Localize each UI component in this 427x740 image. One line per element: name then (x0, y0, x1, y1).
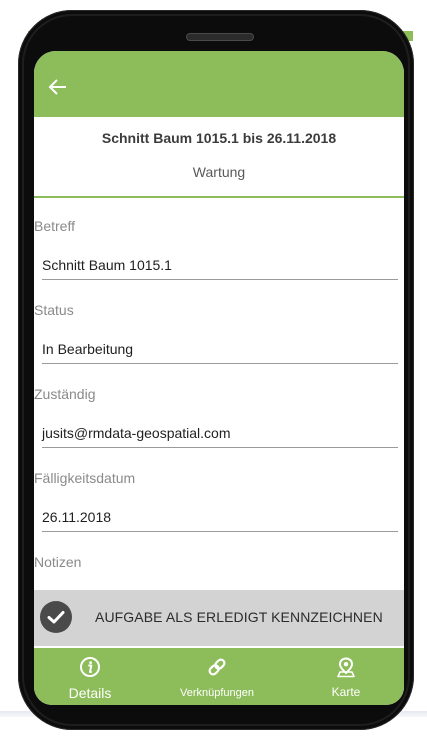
page-title: Schnitt Baum 1015.1 bis 26.11.2018 (101, 130, 337, 146)
map-pin-icon (337, 657, 355, 678)
task-header: Schnitt Baum 1015.1 bis 26.11.2018 Wartu… (34, 117, 404, 197)
nav-item-verknuepfungen[interactable]: Verknüpfungen (146, 648, 288, 705)
info-icon (80, 657, 100, 677)
mark-done-button[interactable]: AUFGABE ALS ERLEDIGT KENNZEICHNEN (34, 590, 404, 646)
header-divider (34, 196, 404, 198)
app-screen: Schnitt Baum 1015.1 bis 26.11.2018 Wartu… (34, 51, 404, 705)
nav-label-details: Details (68, 685, 112, 701)
phone-speaker (186, 33, 254, 41)
field-label-betreff: Betreff (34, 218, 75, 234)
link-icon (208, 658, 226, 676)
page-subtitle: Wartung (192, 164, 246, 180)
mark-done-label: AUFGABE ALS ERLEDIGT KENNZEICHNEN (95, 609, 383, 625)
betreff-field[interactable]: Schnitt Baum 1015.1 (42, 254, 398, 280)
nav-label-verknuepfungen: Verknüpfungen (179, 687, 254, 699)
app-bar (34, 51, 404, 117)
field-label-faelligkeitsdatum: Fälligkeitsdatum (34, 470, 136, 486)
faelligkeitsdatum-field[interactable]: 26.11.2018 (42, 506, 398, 532)
nav-item-karte[interactable]: Karte (288, 648, 404, 705)
zustaendig-field[interactable]: jusits@rmdata-geospatial.com (42, 422, 398, 448)
field-label-zustaendig: Zuständig (34, 386, 96, 402)
nav-label-karte: Karte (331, 685, 361, 699)
check-circle-icon (40, 601, 72, 633)
field-label-status: Status (34, 302, 74, 318)
bottom-navigation: Details Verknüpfungen Karte (34, 648, 404, 705)
field-label-notizen: Notizen (34, 554, 82, 570)
nav-item-details[interactable]: Details (34, 648, 146, 705)
back-arrow-icon[interactable] (46, 75, 70, 99)
status-field[interactable]: In Bearbeitung (42, 338, 398, 364)
